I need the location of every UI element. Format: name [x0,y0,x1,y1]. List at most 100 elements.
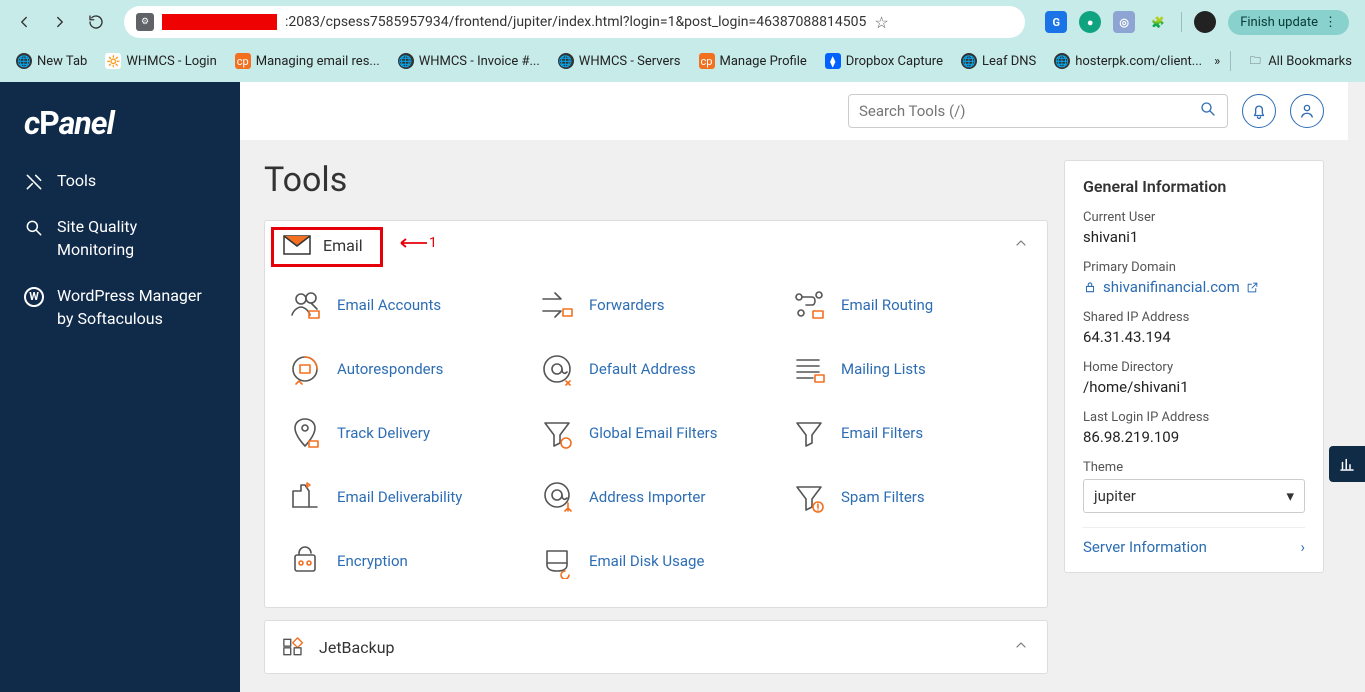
theme-select[interactable]: jupiter ▾ [1083,479,1305,513]
primary-domain-link[interactable]: shivanifinancial.com [1083,278,1305,296]
main-column: Tools Email 1 [264,160,1048,686]
bookmark-item[interactable]: 🌐hosterpk.com/client... [1048,50,1208,72]
bookmark-item[interactable]: ⧫Dropbox Capture [819,50,949,72]
ext-icon-3[interactable]: ◎ [1113,11,1135,33]
tool-default-address[interactable]: Default Address [535,341,777,397]
page-title: Tools [264,160,1048,200]
tool-email-accounts[interactable]: Email Accounts [283,277,525,333]
info-value: /home/shivani1 [1083,378,1305,396]
info-shared-ip: Shared IP Address 64.31.43.194 [1083,310,1305,346]
browser-chrome: ⚙ :2083/cpsess7585957934/frontend/jupite… [0,0,1365,82]
group-body-email: Email Accounts Forwarders Email Routing [265,269,1047,607]
redacted-host [162,14,277,30]
sidebar-item-tools[interactable]: Tools [0,158,240,204]
tool-email-deliverability[interactable]: Email Deliverability [283,469,525,525]
tool-address-importer[interactable]: Address Importer [535,469,777,525]
info-label: Theme [1083,460,1305,475]
ext-icon-2[interactable]: ● [1079,11,1101,33]
info-value: 64.31.43.194 [1083,328,1305,346]
search-input[interactable] [859,102,1199,120]
bookmark-item[interactable]: cpManaging email res... [229,50,386,72]
tool-label: Address Importer [589,488,705,506]
tool-label: Encryption [337,552,408,570]
email-accounts-icon [287,287,323,323]
sidebar-item-label: Tools [57,170,96,192]
logo: cPanel [0,82,240,158]
mailing-lists-icon [791,351,827,387]
server-information-link[interactable]: Server Information › [1083,527,1305,556]
group-header-email[interactable]: Email 1 [265,221,1047,269]
tool-track-delivery[interactable]: Track Delivery [283,405,525,461]
tool-forwarders[interactable]: Forwarders [535,277,777,333]
translate-icon[interactable]: G [1045,11,1067,33]
sidebar-item-label: WordPress Manager by Softaculous [57,285,216,330]
info-label: Home Directory [1083,360,1305,375]
chevron-up-icon[interactable] [1013,235,1029,255]
tool-encryption[interactable]: Encryption [283,533,525,589]
site-settings-icon[interactable]: ⚙ [136,13,154,31]
email-routing-icon [791,287,827,323]
email-icon [283,235,311,255]
search-icon[interactable] [1199,100,1217,122]
bookmark-item[interactable]: 🌐New Tab [10,50,93,72]
tool-label: Email Accounts [337,296,441,314]
info-theme: Theme jupiter ▾ [1083,460,1305,513]
tool-email-routing[interactable]: Email Routing [787,277,1029,333]
reload-button[interactable] [82,8,110,36]
tool-label: Email Routing [841,296,933,314]
info-label: Primary Domain [1083,260,1305,275]
chevron-right-icon: › [1300,538,1305,556]
info-current-user: Current User shivani1 [1083,210,1305,246]
tool-global-email-filters[interactable]: Global Email Filters [535,405,777,461]
info-label: Last Login IP Address [1083,410,1305,425]
spam-filters-icon [791,479,827,515]
chevron-up-icon[interactable] [1013,637,1029,657]
info-value: shivani1 [1083,228,1305,246]
all-bookmarks-button[interactable]: 🗀All Bookmarks [1241,50,1358,72]
jetbackup-icon [283,635,307,659]
group-header-jetbackup[interactable]: JetBackup [265,621,1047,673]
tool-autoresponders[interactable]: Autoresponders [283,341,525,397]
magnifier-icon [24,218,44,238]
default-address-icon [539,351,575,387]
tool-spam-filters[interactable]: Spam Filters [787,469,1029,525]
bookmark-item[interactable]: 🌐Leaf DNS [955,50,1042,72]
extensions-puzzle-icon[interactable]: 🧩 [1147,11,1169,33]
track-delivery-icon [287,415,323,451]
finish-update-button[interactable]: Finish update⋮ [1228,10,1349,35]
toolbar: ⚙ :2083/cpsess7585957934/frontend/jupite… [0,0,1365,44]
bookmark-item[interactable]: cpManage Profile [693,50,813,72]
tool-grid: Email Accounts Forwarders Email Routing [283,277,1029,589]
profile-avatar[interactable] [1194,11,1216,33]
wordpress-icon: W [24,287,44,307]
deliverability-icon [287,479,323,515]
theme-value: jupiter [1094,487,1136,505]
main[interactable]: Tools Email 1 [240,82,1365,692]
bookmark-item[interactable]: 🔆WHMCS - Login [99,50,222,72]
bookmark-item[interactable]: 🌐WHMCS - Servers [552,50,687,72]
group-email: Email 1 Email Accoun [264,220,1048,608]
tool-label: Global Email Filters [589,424,718,442]
sidebar-item-wordpress[interactable]: W WordPress Manager by Softaculous [0,273,240,342]
account-button[interactable] [1290,94,1324,128]
tools-icon [24,172,44,192]
tool-mailing-lists[interactable]: Mailing Lists [787,341,1029,397]
sidebar-item-site-quality[interactable]: Site Quality Monitoring [0,204,240,273]
tool-email-disk-usage[interactable]: Email Disk Usage [535,533,777,589]
sidebar-item-label: Site Quality Monitoring [57,216,216,261]
stats-float-button[interactable] [1329,446,1365,482]
bookmark-star-icon[interactable]: ☆ [874,13,888,32]
notifications-button[interactable] [1242,94,1276,128]
bookmark-item[interactable]: 🌐WHMCS - Invoice #... [392,50,546,72]
bookmarks-divider [1230,51,1231,71]
url-bar[interactable]: ⚙ :2083/cpsess7585957934/frontend/jupite… [124,6,1025,38]
toolbar-divider [1181,12,1182,32]
forward-button[interactable] [46,8,74,36]
search-box[interactable] [848,94,1228,128]
tool-label: Default Address [589,360,696,378]
bookmarks-overflow-icon[interactable]: » [1214,54,1220,69]
bookmarks-bar: 🌐New Tab 🔆WHMCS - Login cpManaging email… [0,44,1365,78]
tool-email-filters[interactable]: Email Filters [787,405,1029,461]
autoresponders-icon [287,351,323,387]
back-button[interactable] [10,8,38,36]
